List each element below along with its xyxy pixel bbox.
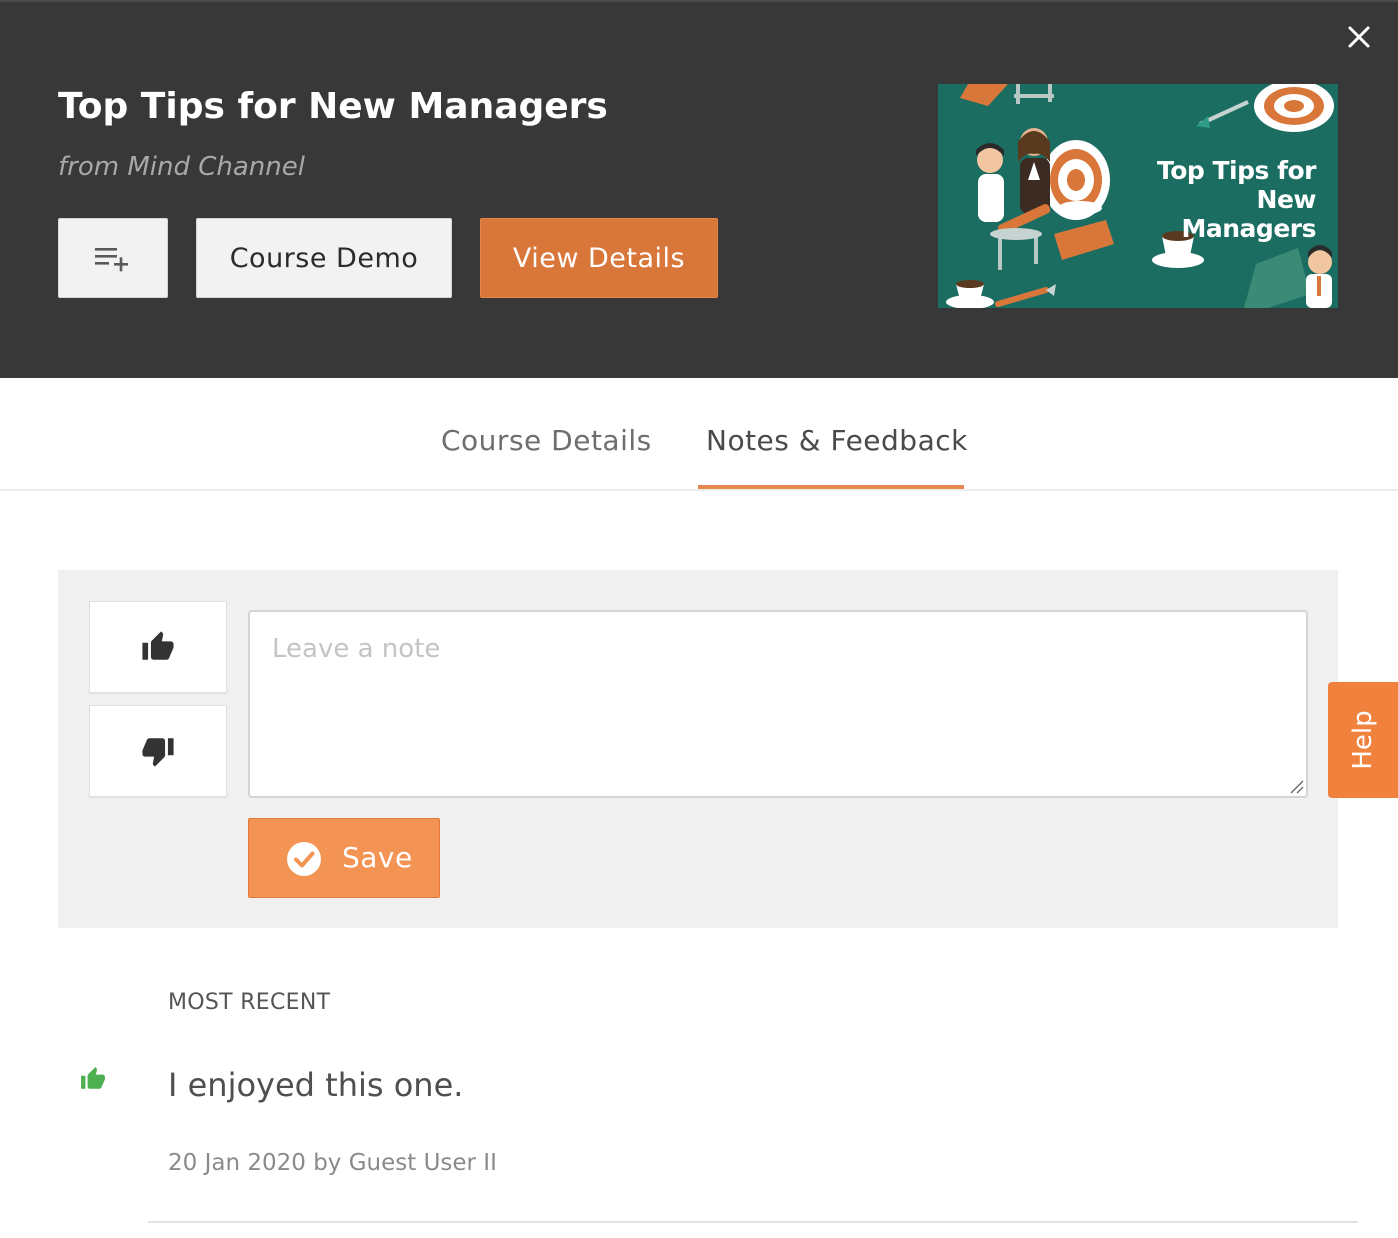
tab-bar: Course Details Notes & Feedback	[0, 378, 1398, 491]
like-button[interactable]	[89, 601, 227, 693]
course-thumbnail: Top Tips for New Managers	[938, 84, 1338, 308]
feedback-divider	[148, 1221, 1358, 1223]
help-label: Help	[1348, 710, 1378, 770]
active-tab-indicator	[698, 485, 964, 489]
close-icon	[1348, 26, 1370, 48]
tab-course-details[interactable]: Course Details	[441, 424, 652, 457]
note-textarea[interactable]	[248, 610, 1308, 798]
feedback-text: I enjoyed this one.	[168, 1066, 464, 1104]
thumbnail-title-line-2: New Managers	[1181, 185, 1317, 243]
note-panel: Save	[58, 570, 1338, 928]
course-title: Top Tips for New Managers	[58, 86, 608, 127]
view-details-button[interactable]: View Details	[480, 218, 718, 298]
thumbnail-title-line-1: Top Tips for	[1157, 156, 1317, 185]
feedback-meta: 20 Jan 2020 by Guest User II	[168, 1150, 497, 1176]
course-source: from Mind Channel	[58, 152, 305, 182]
dislike-button[interactable]	[89, 705, 227, 797]
save-button[interactable]: Save	[248, 818, 440, 898]
course-demo-button[interactable]: Course Demo	[196, 218, 452, 298]
check-circle-icon	[287, 842, 321, 876]
thumbs-up-icon	[81, 1067, 105, 1089]
close-button[interactable]	[1340, 18, 1378, 56]
thumbnail-title: Top Tips for New Managers	[1116, 156, 1317, 243]
course-header: Top Tips for New Managers from Mind Chan…	[0, 0, 1398, 378]
header-divider	[0, 0, 1398, 2]
save-label: Save	[342, 841, 413, 874]
tab-notes-feedback[interactable]: Notes & Feedback	[706, 424, 968, 457]
help-button[interactable]: Help	[1328, 682, 1398, 798]
playlist-add-icon	[95, 248, 128, 272]
add-to-playlist-button[interactable]	[58, 218, 168, 298]
most-recent-heading: MOST RECENT	[168, 990, 331, 1015]
thumbs-down-icon	[142, 738, 174, 767]
thumbs-up-icon	[142, 631, 174, 660]
